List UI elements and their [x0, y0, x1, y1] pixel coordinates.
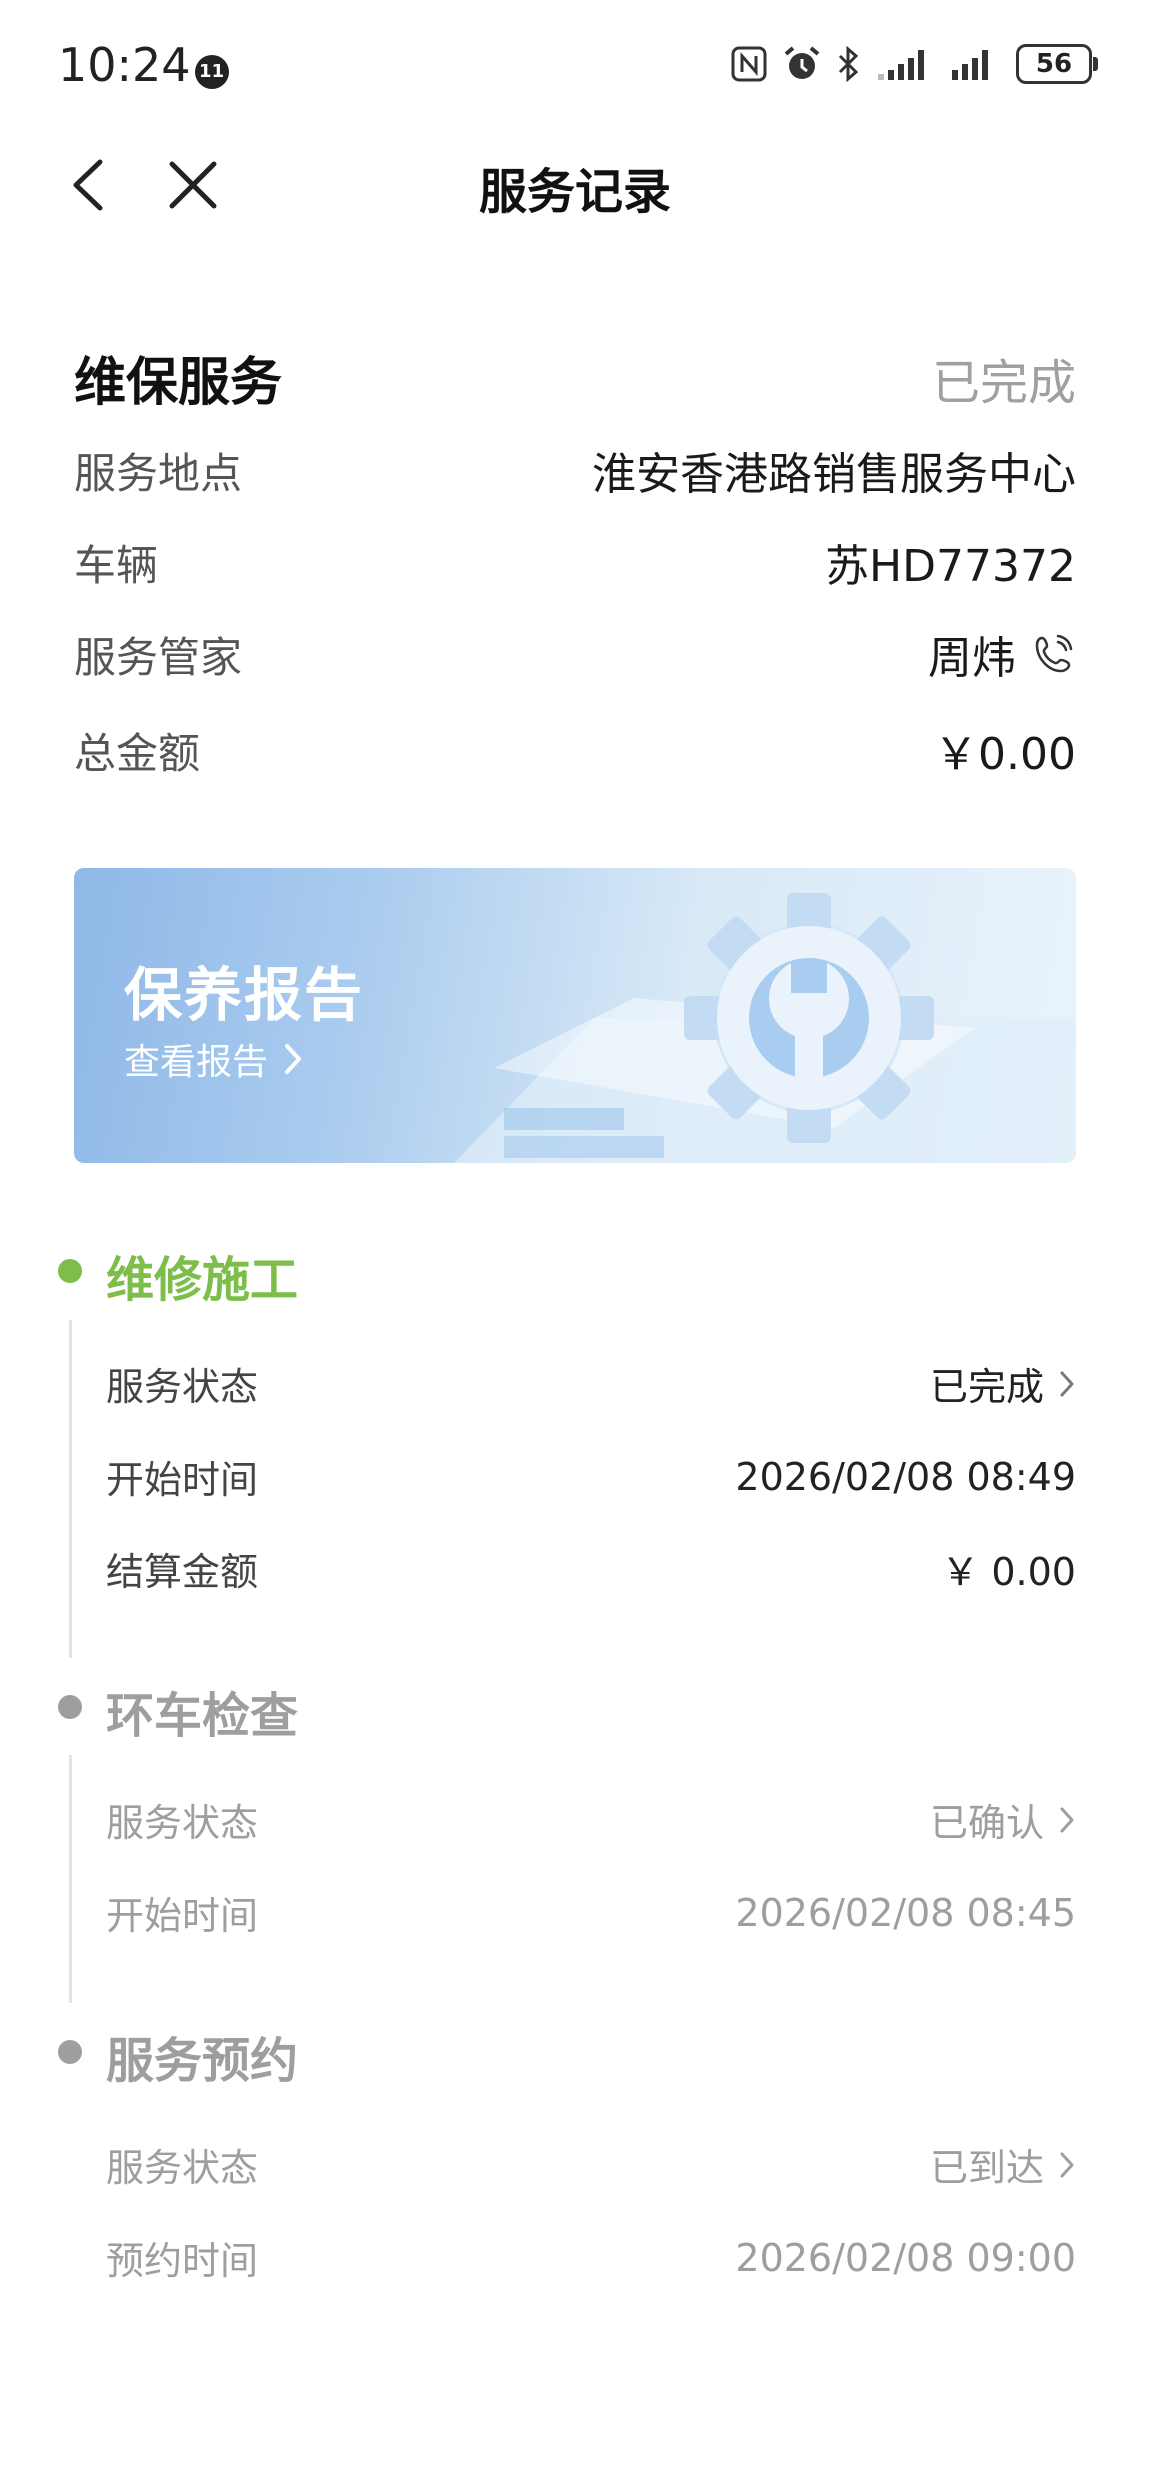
- summary-row-location: 服务地点 淮安香港路销售服务中心: [74, 438, 1076, 502]
- nfc-icon: [731, 46, 767, 82]
- timeline-line: [69, 1320, 72, 1658]
- chevron-right-icon: [1060, 1371, 1074, 1396]
- banner-title: 保养报告: [124, 961, 365, 1029]
- row-label: 车辆: [74, 540, 159, 590]
- view-report-label: 查看报告: [124, 1042, 269, 1083]
- row-value: 已完成: [929, 1365, 1044, 1409]
- signal-icon-1: [878, 50, 924, 80]
- row-label: 服务状态: [106, 2146, 259, 2190]
- total-amount: ￥0.00: [934, 729, 1076, 780]
- section-title-appointment: 服务预约: [106, 2033, 299, 2089]
- maintenance-report-banner[interactable]: 保养报告 查看报告: [74, 868, 1076, 1163]
- timeline-row-start-time: 开始时间 2026/02/08 08:49: [106, 1449, 1076, 1504]
- row-value: 已确认: [929, 1801, 1044, 1845]
- chevron-right-icon: [285, 1044, 302, 1074]
- summary-row-total: 总金额 ￥0.00: [74, 718, 1076, 782]
- row-label: 结算金额: [106, 1550, 259, 1594]
- row-value: 已到达: [929, 2146, 1044, 2190]
- row-label: 开始时间: [106, 1458, 259, 1502]
- chevron-right-icon: [1060, 1807, 1074, 1832]
- status-bar-icons: 56: [730, 44, 1098, 84]
- bluetooth-icon: [838, 45, 859, 83]
- row-value: 2026/02/08 08:49: [735, 1454, 1076, 1499]
- row-label: 预约时间: [106, 2239, 259, 2283]
- advisor-name: 周炜: [928, 633, 1016, 684]
- row-label: 服务地点: [74, 448, 243, 498]
- timeline-row-start-time: 开始时间 2026/02/08 08:45: [106, 1885, 1076, 1940]
- section-title-repair: 维修施工: [106, 1252, 299, 1308]
- timeline-row-status[interactable]: 服务状态 已到达: [106, 2137, 1076, 2192]
- service-status: 已完成: [931, 354, 1076, 411]
- summary-row-vehicle: 车辆 苏HD77372: [74, 530, 1076, 594]
- timeline-line: [69, 1755, 72, 2003]
- chevron-right-icon: [1060, 2152, 1074, 2177]
- alarm-icon: [784, 46, 820, 79]
- notification-badge: 11: [194, 55, 229, 89]
- page-title: 服务记录: [478, 164, 671, 220]
- row-label: 服务管家: [74, 632, 243, 682]
- section-title-inspection: 环车检查: [106, 1688, 299, 1744]
- view-report-link[interactable]: 查看报告: [124, 1033, 304, 1085]
- timeline-row-status[interactable]: 服务状态 已确认: [106, 1792, 1076, 1847]
- row-label: 服务状态: [106, 1801, 259, 1845]
- service-title: 维保服务: [74, 353, 283, 413]
- row-value: 苏HD77372: [825, 541, 1076, 592]
- row-label: 服务状态: [106, 1365, 259, 1409]
- timeline-row-amount: 结算金额 ￥ 0.00: [106, 1541, 1076, 1596]
- status-bar-time: 10:24 11: [58, 38, 229, 92]
- phone-icon[interactable]: [1032, 632, 1076, 676]
- row-value: 2026/02/08 08:45: [735, 1890, 1076, 1935]
- timeline-dot-inactive: [58, 1695, 82, 1719]
- battery-indicator: 56: [1016, 44, 1098, 84]
- row-value: ￥ 0.00: [941, 1550, 1076, 1594]
- row-label: 总金额: [74, 728, 201, 778]
- timeline-dot-inactive: [58, 2040, 82, 2064]
- timeline-dot-active: [58, 1259, 82, 1283]
- timeline-row-status[interactable]: 服务状态 已完成: [106, 1356, 1076, 1411]
- summary-row-advisor: 服务管家 周炜: [74, 622, 1076, 686]
- advisor-contact[interactable]: 周炜: [928, 622, 1076, 686]
- signal-icon-2: [952, 50, 988, 80]
- timeline-row-appointment-time: 预约时间 2026/02/08 09:00: [106, 2230, 1076, 2285]
- row-value: 淮安香港路销售服务中心: [592, 449, 1076, 500]
- summary-header: 维保服务 已完成: [74, 340, 1076, 415]
- row-label: 开始时间: [106, 1894, 259, 1938]
- row-value: 2026/02/08 09:00: [735, 2235, 1076, 2280]
